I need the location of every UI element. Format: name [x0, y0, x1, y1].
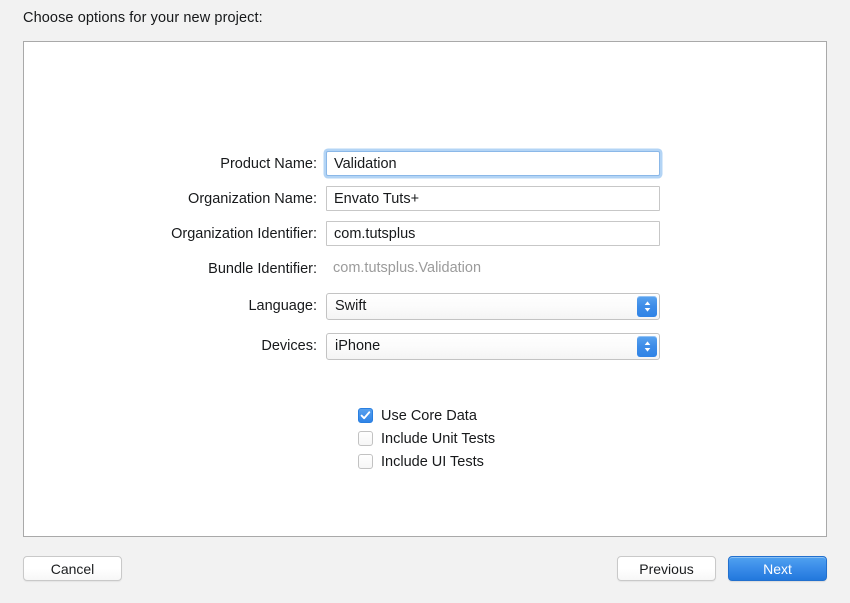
checkbox-row-include-unit-tests[interactable]: Include Unit Tests: [358, 427, 495, 450]
use-core-data-label: Use Core Data: [381, 407, 477, 424]
project-options-form: Product Name: Organization Name: Organiz…: [24, 146, 828, 366]
include-ui-tests-checkbox[interactable]: [358, 454, 373, 469]
include-unit-tests-checkbox[interactable]: [358, 431, 373, 446]
devices-select[interactable]: iPhone: [326, 332, 660, 360]
form-row-organization-name: Organization Name:: [24, 181, 828, 216]
language-label: Language:: [248, 298, 317, 314]
cancel-button[interactable]: Cancel: [23, 556, 122, 581]
form-row-devices: Devices: iPhone: [24, 326, 828, 366]
organization-identifier-field-wrap: [326, 221, 660, 246]
previous-button[interactable]: Previous: [617, 556, 716, 581]
chevron-up-down-icon[interactable]: [637, 295, 657, 317]
include-unit-tests-label: Include Unit Tests: [381, 430, 496, 447]
organization-name-label: Organization Name:: [188, 190, 317, 207]
organization-name-input[interactable]: [326, 186, 660, 211]
organization-name-field-wrap: [326, 186, 660, 211]
devices-selected-value: iPhone: [335, 338, 381, 354]
checkbox-row-include-ui-tests[interactable]: Include UI Tests: [358, 450, 495, 473]
page-title: Choose options for your new project:: [23, 10, 263, 26]
options-checkbox-group: Use Core Data Include Unit Tests Include…: [358, 404, 495, 473]
organization-identifier-label: Organization Identifier:: [171, 225, 317, 242]
checkmark-icon: [360, 411, 371, 420]
include-ui-tests-label: Include UI Tests: [381, 453, 484, 470]
devices-label: Devices:: [261, 338, 317, 354]
language-select[interactable]: Swift: [326, 292, 660, 320]
devices-field-wrap: iPhone: [326, 332, 660, 360]
form-row-bundle-identifier: Bundle Identifier: com.tutsplus.Validati…: [24, 251, 828, 286]
bundle-identifier-value-wrap: com.tutsplus.Validation: [326, 256, 660, 281]
use-core-data-checkbox[interactable]: [358, 408, 373, 423]
product-name-label: Product Name:: [220, 155, 317, 172]
chevron-up-down-icon[interactable]: [637, 335, 657, 357]
form-row-organization-identifier: Organization Identifier:: [24, 216, 828, 251]
language-selected-value: Swift: [335, 298, 367, 314]
form-row-language: Language: Swift: [24, 286, 828, 326]
checkbox-row-use-core-data[interactable]: Use Core Data: [358, 404, 495, 427]
next-button[interactable]: Next: [728, 556, 827, 581]
product-name-field-wrap: [326, 151, 660, 176]
project-options-panel: Product Name: Organization Name: Organiz…: [23, 41, 827, 537]
bundle-identifier-label: Bundle Identifier:: [208, 260, 317, 277]
bundle-identifier-value: com.tutsplus.Validation: [333, 260, 482, 276]
organization-identifier-input[interactable]: [326, 221, 660, 246]
language-field-wrap: Swift: [326, 292, 660, 320]
product-name-input[interactable]: [326, 151, 660, 176]
form-row-product-name: Product Name:: [24, 146, 828, 181]
